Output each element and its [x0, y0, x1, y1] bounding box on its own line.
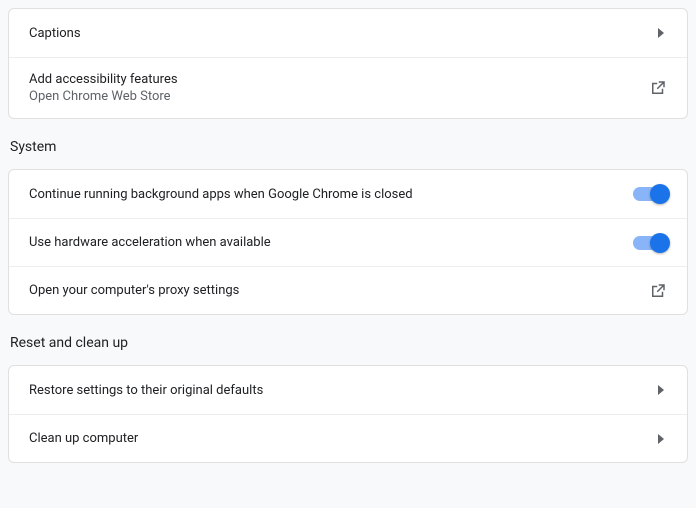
cleanup-row[interactable]: Clean up computer — [9, 414, 687, 462]
restore-defaults-row[interactable]: Restore settings to their original defau… — [9, 366, 687, 414]
cleanup-label: Clean up computer — [29, 431, 138, 446]
add-accessibility-label: Add accessibility features — [29, 72, 178, 87]
chevron-right-icon — [657, 385, 667, 395]
reset-section-title: Reset and clean up — [8, 315, 688, 365]
hardware-accel-label: Use hardware acceleration when available — [29, 235, 271, 250]
proxy-label: Open your computer's proxy settings — [29, 283, 239, 298]
restore-defaults-label: Restore settings to their original defau… — [29, 383, 263, 398]
background-apps-toggle[interactable] — [633, 187, 667, 201]
add-accessibility-row[interactable]: Add accessibility features Open Chrome W… — [9, 57, 687, 118]
background-apps-row[interactable]: Continue running background apps when Go… — [9, 170, 687, 218]
background-apps-label: Continue running background apps when Go… — [29, 187, 413, 202]
external-link-icon — [649, 79, 667, 97]
accessibility-card: Captions Add accessibility features Open… — [8, 8, 688, 119]
external-link-icon — [649, 282, 667, 300]
system-card: Continue running background apps when Go… — [8, 169, 688, 315]
reset-card: Restore settings to their original defau… — [8, 365, 688, 463]
chevron-right-icon — [657, 28, 667, 38]
proxy-row[interactable]: Open your computer's proxy settings — [9, 266, 687, 314]
hardware-accel-toggle[interactable] — [633, 236, 667, 250]
captions-row[interactable]: Captions — [9, 9, 687, 57]
system-section-title: System — [8, 119, 688, 169]
chevron-right-icon — [657, 434, 667, 444]
add-accessibility-sub: Open Chrome Web Store — [29, 89, 178, 104]
captions-label: Captions — [29, 26, 81, 41]
hardware-accel-row[interactable]: Use hardware acceleration when available — [9, 218, 687, 266]
